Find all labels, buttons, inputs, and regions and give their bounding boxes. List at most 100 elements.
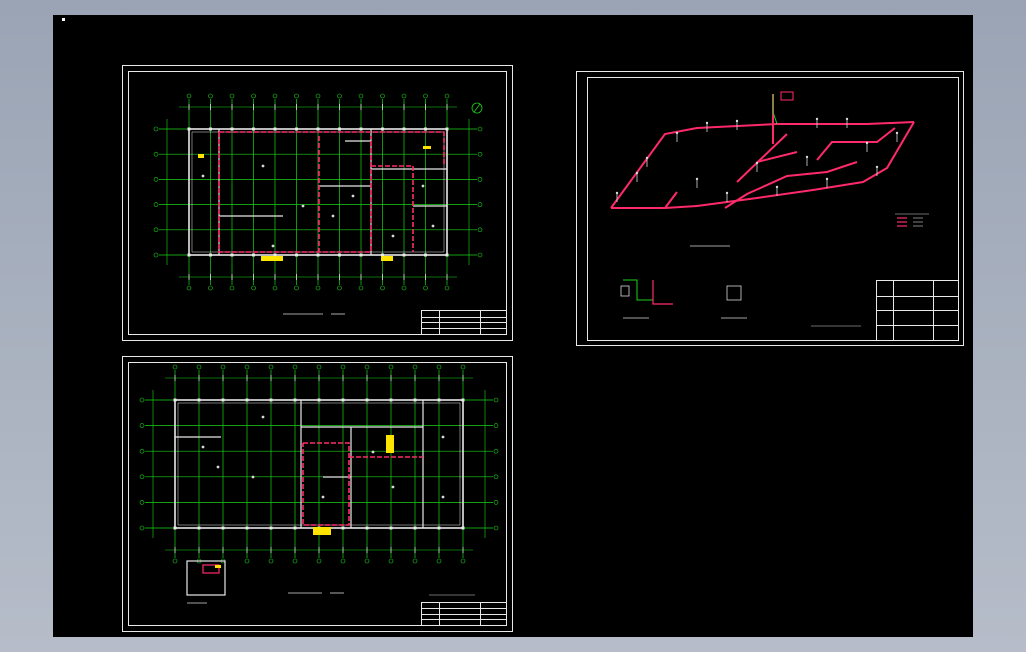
- axis-bubble: [477, 227, 483, 233]
- axis-bubble: [380, 93, 385, 99]
- highlight-mark: [261, 256, 283, 261]
- axis-bubble: [294, 285, 299, 291]
- fixture-symbol: [825, 177, 829, 181]
- axis-bubble: [153, 177, 159, 182]
- axis-bubble: [139, 423, 145, 428]
- axis-bubble: [139, 397, 145, 403]
- detail-pipe: [652, 280, 673, 305]
- axis-bubble: [268, 558, 274, 564]
- fixture-symbol: [805, 155, 809, 159]
- floor-plan-water-supply: [139, 364, 499, 604]
- column: [173, 526, 177, 530]
- floor-plan-drainage: [153, 93, 483, 315]
- pipe-run: [219, 131, 445, 166]
- axis-bubble: [358, 93, 364, 99]
- column: [317, 398, 321, 402]
- axis-bubble: [139, 500, 145, 505]
- fixture-symbol: [755, 161, 759, 165]
- fixture-symbol: [645, 156, 649, 160]
- title-block: [421, 310, 507, 335]
- fixture-symbol: [705, 121, 709, 125]
- axis-bubble: [388, 364, 394, 370]
- axis-bubble: [477, 252, 483, 258]
- axis-bubble: [294, 93, 299, 99]
- axis-bubble: [153, 252, 159, 258]
- axis-bubble: [229, 285, 235, 291]
- column: [187, 127, 191, 131]
- axis-bubble: [337, 93, 342, 99]
- column: [221, 526, 225, 530]
- highlight-mark: [198, 154, 204, 158]
- axis-bubble: [272, 93, 278, 99]
- fixture: [391, 234, 395, 238]
- axis-bubble: [493, 423, 499, 428]
- fixture: [216, 465, 220, 469]
- fixture-symbol: [725, 191, 729, 195]
- detail-pipe: [623, 279, 653, 301]
- fixture: [391, 485, 395, 489]
- highlight-mark: [313, 527, 331, 535]
- fixture: [351, 194, 355, 198]
- column: [413, 398, 417, 402]
- axis-bubble: [196, 364, 202, 370]
- column: [424, 253, 427, 257]
- drawing-sheet-plan-1[interactable]: [122, 65, 513, 341]
- axis-bubble: [436, 364, 442, 370]
- drawing-sheet-isometric[interactable]: [576, 71, 964, 346]
- column: [445, 253, 449, 257]
- pipe-riser: [816, 127, 896, 161]
- column: [381, 127, 384, 131]
- axis-bubble: [477, 151, 483, 157]
- column: [461, 398, 465, 402]
- column: [293, 398, 297, 402]
- axis-bubble: [316, 364, 322, 370]
- axis-bubble: [315, 285, 321, 291]
- fixture-symbol: [815, 117, 819, 121]
- axis-bubble: [444, 93, 450, 99]
- pipe-run: [218, 132, 372, 253]
- column: [402, 127, 406, 131]
- column: [245, 526, 249, 530]
- fixture-symbol: [735, 119, 739, 123]
- highlight-mark: [381, 256, 393, 261]
- detail-fixture: [620, 285, 630, 297]
- column: [437, 526, 441, 530]
- column: [269, 398, 273, 402]
- fixture-symbol: [875, 165, 879, 169]
- axis-bubble: [460, 364, 466, 370]
- drawing-canvas[interactable]: [53, 15, 973, 637]
- vent-cap: [780, 91, 794, 101]
- pipe-run: [371, 165, 414, 252]
- column: [252, 127, 255, 131]
- pipe-riser: [736, 133, 788, 183]
- axis-bubble: [186, 285, 192, 291]
- column: [209, 127, 212, 131]
- axis-bubble: [477, 202, 483, 207]
- axis-bubble: [412, 364, 418, 370]
- column: [269, 526, 273, 530]
- axis-bubble: [153, 151, 159, 157]
- axis-bubble: [139, 525, 145, 531]
- fixture: [261, 415, 265, 419]
- pipe-riser: [696, 121, 915, 207]
- pipe-riser: [724, 161, 858, 209]
- axis-bubble: [251, 93, 256, 99]
- drawing-sheet-plan-2[interactable]: [122, 356, 513, 632]
- column: [338, 253, 341, 257]
- highlight-mark: [215, 565, 221, 568]
- column: [221, 398, 225, 402]
- axis-bubble: [493, 448, 499, 454]
- pipe-run: [302, 442, 350, 526]
- axis-bubble: [244, 558, 250, 564]
- fixture-symbol: [615, 191, 619, 195]
- axis-bubble: [172, 558, 178, 564]
- column: [197, 398, 201, 402]
- axis-bubble: [272, 285, 278, 291]
- highlight-mark: [423, 146, 431, 149]
- axis-bubble: [493, 397, 499, 403]
- fixture: [331, 214, 335, 218]
- column: [341, 398, 345, 402]
- column: [437, 398, 441, 402]
- axis-bubble: [172, 364, 178, 370]
- column: [365, 398, 369, 402]
